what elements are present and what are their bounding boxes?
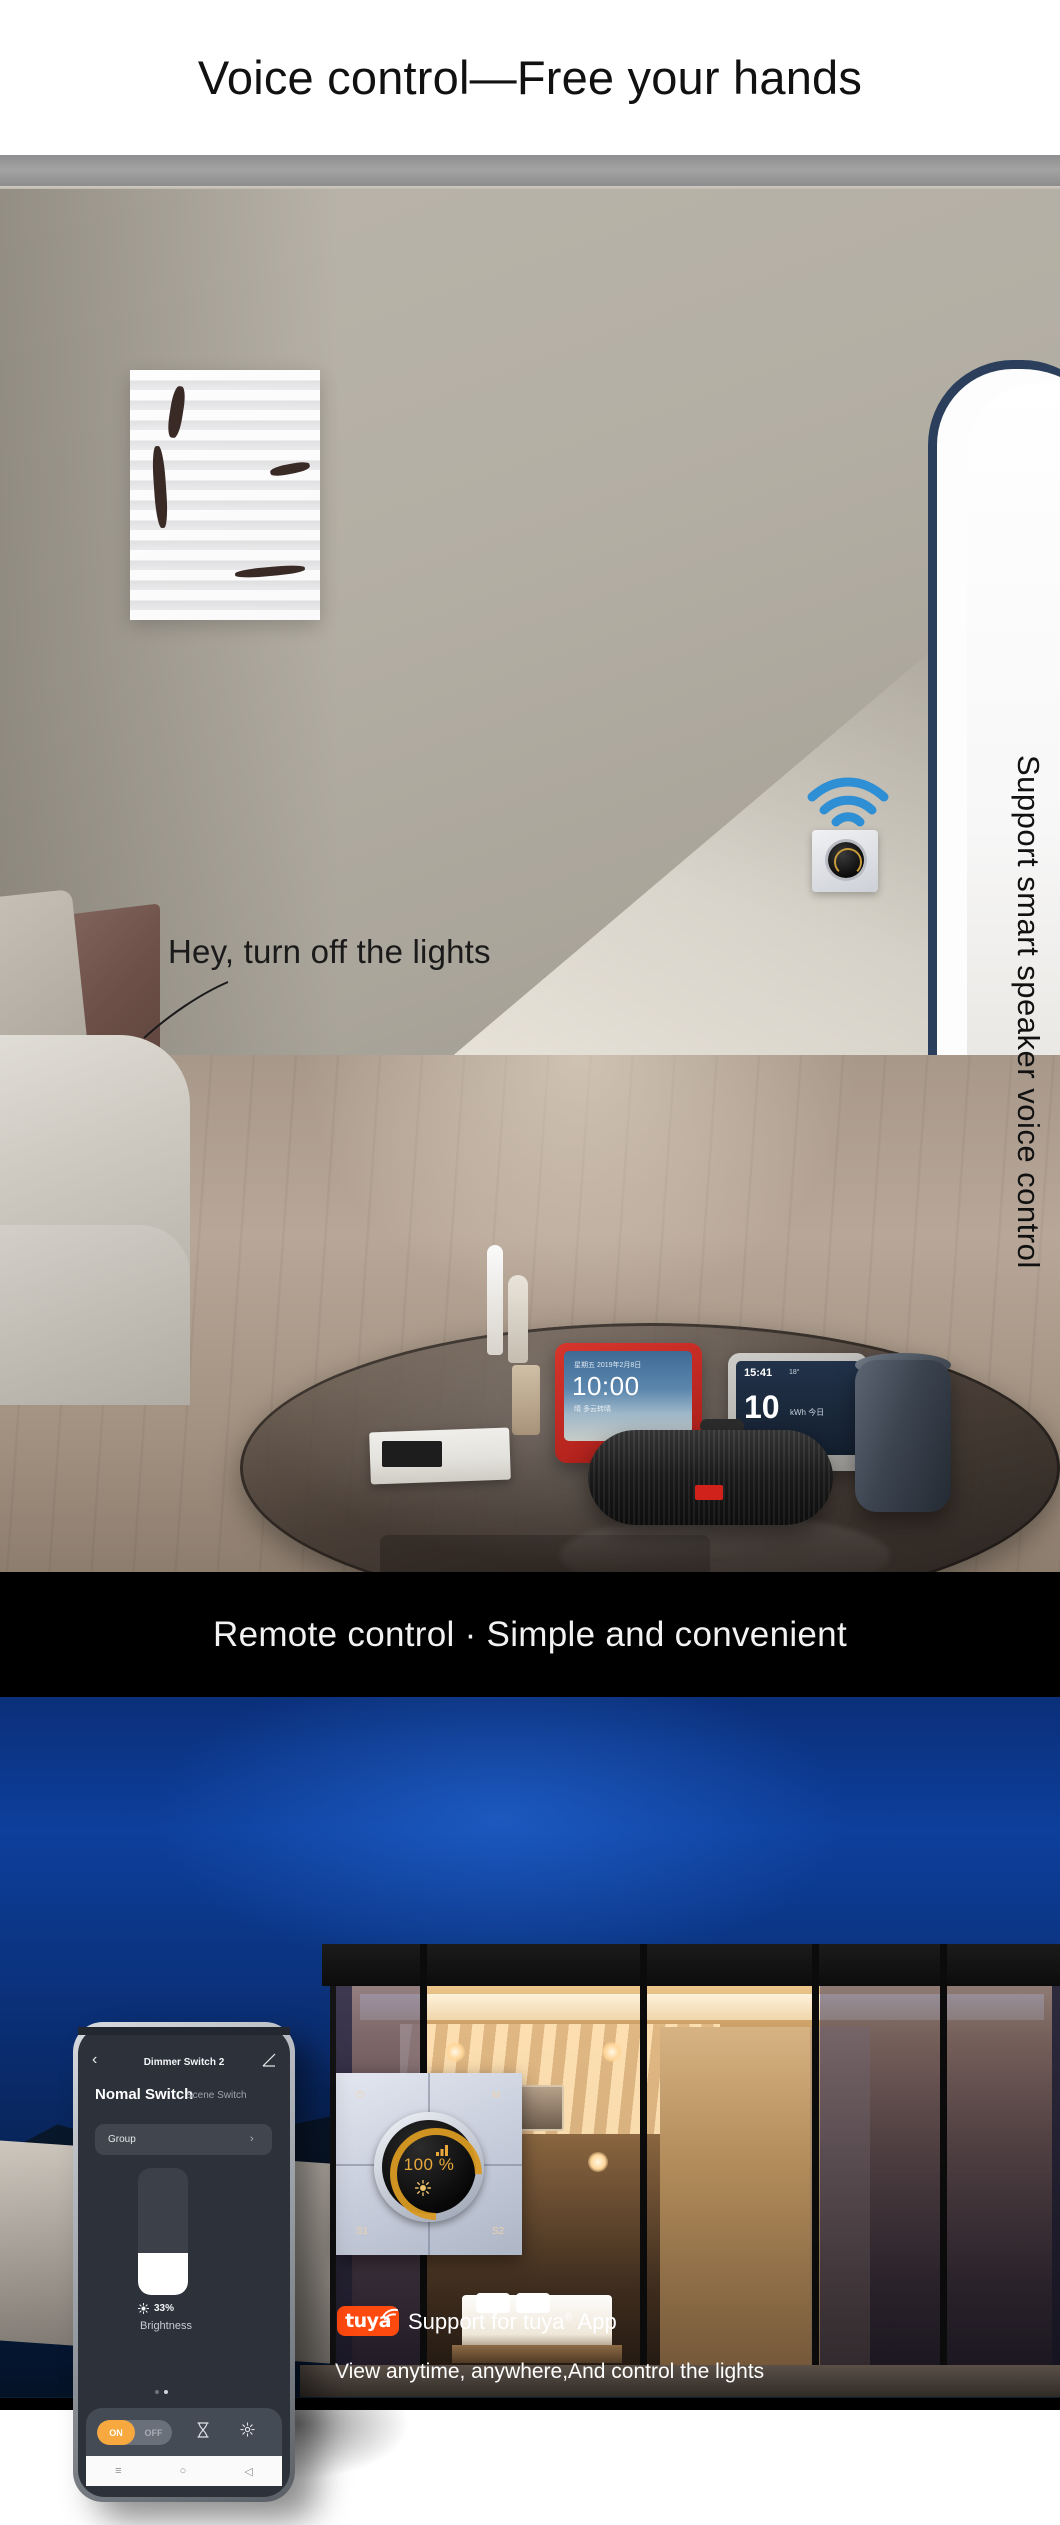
- brightness-slider-fill: [138, 2253, 188, 2295]
- decor-vase: [512, 1365, 540, 1435]
- grey-display-temp: 18°: [789, 1369, 800, 1376]
- artwork-stroke: [166, 385, 187, 439]
- toggle-off-label[interactable]: OFF: [135, 2420, 172, 2445]
- brightness-value-row: 33%: [138, 2303, 194, 2314]
- brightness-label: Brightness: [140, 2320, 192, 2332]
- panel-power-label[interactable]: ⏻: [356, 2090, 364, 2101]
- phone-status-bar: [78, 2027, 290, 2035]
- tuya-registered-mark: ®: [564, 2311, 573, 2324]
- bottom-tagline: View anytime, anywhere,And control the l…: [335, 2360, 765, 2383]
- sofa-base: [0, 1225, 190, 1405]
- artwork-stroke: [151, 445, 169, 529]
- page-dot[interactable]: [155, 2390, 159, 2394]
- tuya-support-main: Support for tuya: [408, 2309, 565, 2334]
- power-toggle[interactable]: ON OFF: [97, 2420, 172, 2445]
- artwork-stroke: [269, 460, 311, 478]
- grey-display-unit: kWh 今日: [790, 1408, 825, 1417]
- panel-scene1-label[interactable]: S1: [356, 2226, 368, 2237]
- window-mullion: [940, 1944, 947, 2404]
- tuya-support-tail: App: [572, 2309, 617, 2334]
- portable-speaker-mesh: [588, 1430, 833, 1525]
- nav-home-icon[interactable]: ○: [180, 2465, 187, 2477]
- nav-back-icon[interactable]: ◁: [244, 2465, 252, 2478]
- brightness-percent: 33%: [154, 2303, 175, 2314]
- chevron-right-icon[interactable]: ›: [250, 2133, 254, 2145]
- grey-display-time: 15:41: [744, 1367, 773, 1379]
- toggle-on-label[interactable]: ON: [97, 2420, 135, 2445]
- voice-command-text: Hey, turn off the lights: [168, 933, 491, 970]
- cylinder-speaker: [855, 1360, 951, 1512]
- grey-display-value: 10: [744, 1389, 780, 1425]
- page-indicator-dots: [155, 2390, 168, 2394]
- downlight: [602, 2042, 622, 2062]
- android-nav-bar: ≡ ○ ◁: [86, 2456, 282, 2486]
- window-mullion: [812, 1944, 819, 2404]
- brightness-slider[interactable]: [138, 2168, 188, 2295]
- gear-icon[interactable]: [240, 2422, 255, 2437]
- group-row-label: Group: [108, 2134, 136, 2145]
- living-room-hero-image: 星期五 2019年2月8日 10:00 晴 多云转晴 15:41 18° 10 …: [0, 155, 1060, 1572]
- decor-vase: [508, 1275, 528, 1363]
- house-roof: [322, 1944, 1060, 1986]
- downlight: [445, 2042, 465, 2062]
- speech-tail-line: [143, 981, 229, 1039]
- wood-closet: [660, 2027, 810, 2387]
- side-caption: Support smart speaker voice control: [1011, 755, 1046, 1269]
- pencil-edit-icon[interactable]: [262, 2053, 276, 2067]
- product-detail-page: Voice control—Free your hands 星期五 2019年2…: [0, 0, 1060, 2525]
- signal-bars-icon: [436, 2145, 448, 2156]
- hourglass-timer-icon[interactable]: [196, 2422, 210, 2438]
- page-dot-active[interactable]: [164, 2390, 168, 2394]
- panel-mode-label[interactable]: M: [492, 2090, 500, 2101]
- brightness-sun-icon: [138, 2303, 149, 2314]
- decor-book-label: [382, 1441, 442, 1467]
- banner-text: Remote control · Simple and convenient: [213, 1614, 847, 1654]
- brightness-sun-icon: [415, 2180, 431, 2196]
- speaker-brand-logo: [695, 1485, 723, 1500]
- phone-shadow: [280, 2410, 410, 2480]
- decor-vase: [487, 1245, 503, 1355]
- red-display-weather: 晴 多云转晴: [574, 1406, 611, 1413]
- panel-scene2-label[interactable]: S2: [492, 2226, 504, 2237]
- red-display-time: 10:00: [572, 1371, 640, 1401]
- tab-scene-switch[interactable]: Scene Switch: [186, 2090, 247, 2101]
- page-header: Voice control—Free your hands: [0, 0, 1060, 155]
- tab-nomal-switch[interactable]: Nomal Switch: [95, 2086, 193, 2103]
- page-title: Voice control—Free your hands: [197, 51, 863, 104]
- window-mullion: [640, 1944, 647, 2404]
- tuya-support-text: Support for tuya® App: [408, 2309, 617, 2335]
- downlight: [588, 2152, 608, 2172]
- floor-light-pool: [300, 1055, 860, 1315]
- wifi-icon: [807, 777, 889, 827]
- red-display-date: 星期五 2019年2月8日: [574, 1362, 642, 1369]
- nav-recents-icon[interactable]: ≡: [115, 2465, 121, 2477]
- panel-dial-value: 100 %: [403, 2155, 455, 2174]
- wall-artwork: [130, 370, 320, 620]
- sky-glow: [150, 1697, 850, 1977]
- tuya-wifi-arc-icon: [382, 2308, 398, 2320]
- artwork-stroke: [234, 563, 306, 580]
- app-screen-title: Dimmer Switch 2: [143, 2057, 225, 2068]
- ceiling: [0, 155, 1060, 188]
- wall-dimmer-ring: [834, 848, 862, 876]
- feature-banner: Remote control · Simple and convenient: [0, 1572, 1060, 1697]
